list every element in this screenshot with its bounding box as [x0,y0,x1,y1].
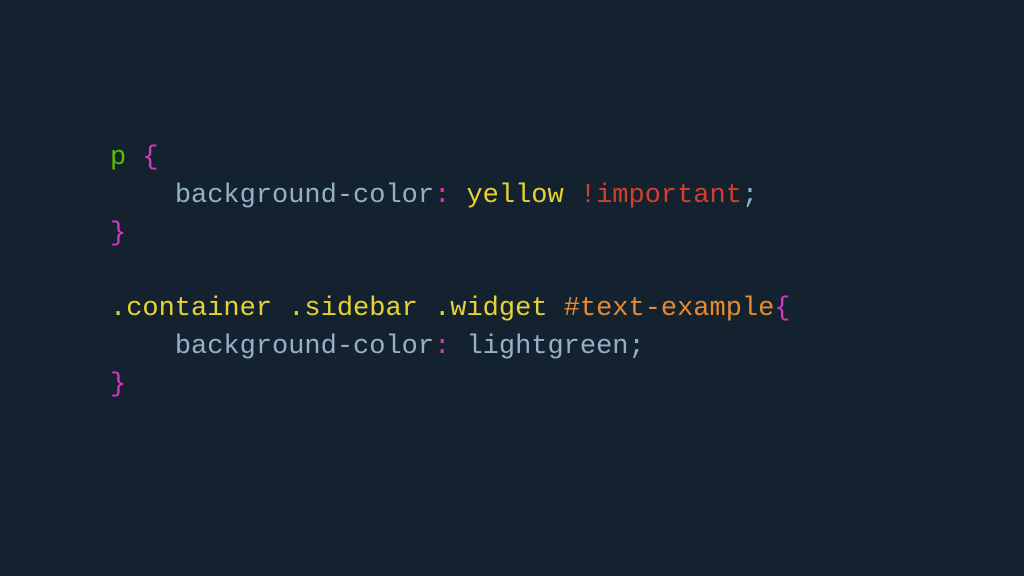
indent [110,181,175,211]
semicolon: ; [742,181,758,211]
brace-open: { [126,143,158,173]
css-property: background-color [175,181,434,211]
class-selector-widget: .widget [434,294,547,324]
important-flag: !important [564,181,742,211]
colon: : [434,332,450,362]
css-value-yellow: yellow [466,181,563,211]
brace-close: } [110,370,126,400]
brace-open: { [774,294,790,324]
css-value-lightgreen: lightgreen [466,332,628,362]
space [450,181,466,211]
indent [110,332,175,362]
space [272,294,288,324]
selector-tag-p: p [110,143,126,173]
semicolon: ; [629,332,645,362]
space [547,294,563,324]
colon: : [434,181,450,211]
id-selector-text-example: #text-example [564,294,775,324]
space [450,332,466,362]
brace-close: } [110,219,126,249]
class-selector-container: .container [110,294,272,324]
css-code-snippet: p { background-color: yellow !important;… [0,0,1024,545]
space [418,294,434,324]
css-property: background-color [175,332,434,362]
class-selector-sidebar: .sidebar [288,294,418,324]
